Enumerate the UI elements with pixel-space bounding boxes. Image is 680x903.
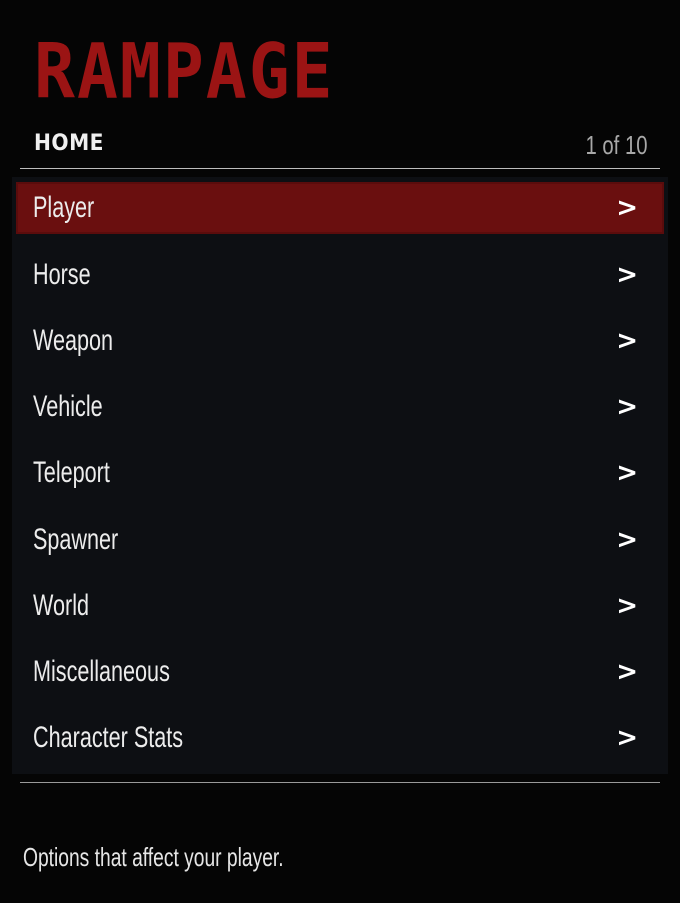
page-counter: 1 of 10 [585,130,648,160]
menu-item-label: Spawner [33,523,119,556]
chevron-right-icon: > [616,657,638,687]
footer-divider [20,782,660,783]
chevron-right-icon: > [616,458,638,488]
menu-item-label: Horse [33,258,91,291]
menu-item-spawner[interactable]: Spawner > [16,514,664,566]
chevron-right-icon: > [616,723,638,753]
menu-item-label: Character Stats [33,721,184,754]
chevron-right-icon: > [616,193,638,223]
menu-item-teleport[interactable]: Teleport > [16,447,664,499]
mod-menu-window: RAMPAGE HOME 1 of 10 Player > Horse > We… [0,0,680,903]
menu-item-label: Weapon [33,324,114,357]
chevron-right-icon: > [616,260,638,290]
menu-item-label: World [33,589,90,622]
chevron-right-icon: > [616,591,638,621]
chevron-right-icon: > [616,392,638,422]
menu-item-player[interactable]: Player > [16,182,664,234]
menu-logo: RAMPAGE [34,28,335,117]
menu-item-vehicle[interactable]: Vehicle > [16,381,664,433]
menu-item-horse[interactable]: Horse > [16,249,664,301]
option-description: Options that affect your player. [23,842,284,872]
chevron-right-icon: > [616,326,638,356]
menu-item-label: Teleport [33,456,110,489]
menu-item-label: Player [33,191,95,224]
menu-item-world[interactable]: World > [16,580,664,632]
menu-item-character-stats[interactable]: Character Stats > [16,712,664,764]
menu-item-label: Miscellaneous [33,655,170,688]
menu-list: Player > Horse > Weapon > Vehicle > Tele… [12,177,668,774]
menu-item-label: Vehicle [33,390,103,423]
header-divider [20,168,660,169]
menu-item-weapon[interactable]: Weapon > [16,315,664,367]
breadcrumb: HOME [34,131,104,156]
menu-item-miscellaneous[interactable]: Miscellaneous > [16,646,664,698]
chevron-right-icon: > [616,525,638,555]
